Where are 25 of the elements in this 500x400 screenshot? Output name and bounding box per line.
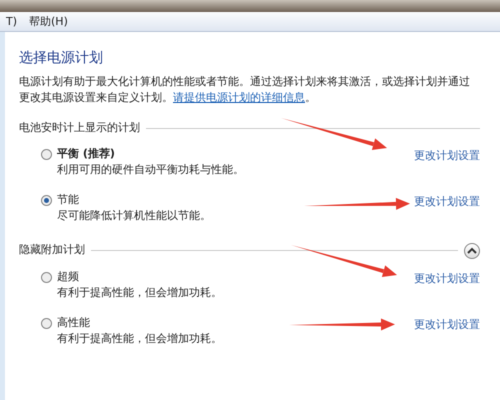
plan-name: 高性能 [57,314,91,331]
plan-description: 有利于提高性能，但会增加功耗。 [57,330,222,347]
change-settings-link[interactable]: 更改计划设置 [414,148,480,182]
details-link[interactable]: 请提供电源计划的详细信息 [173,90,305,104]
plan-name: 节能 [57,192,80,208]
collapse-button[interactable] [464,242,480,259]
plan-name: 平衡 (推荐) [57,146,116,162]
description: 电源计划有助于最大化计算机的性能或者节能。通过选择计划来将其激活，或选择计划并通过更改其电源设置来自定义计划。请提供电源计划的详细信息。 [19,74,471,106]
change-settings-link[interactable]: 更改计划设置 [414,270,480,305]
section-title: 隐藏附加计划 [19,242,85,258]
plan-description: 尽可能降低计算机性能以节能。 [57,208,211,224]
section-title: 电池安时计上显示的计划 [19,120,140,136]
page-heading: 选择电源计划 [19,50,104,67]
plan-description: 利用可用的硬件自动平衡功耗与性能。 [57,162,244,178]
radio-button[interactable] [41,318,52,329]
chevron-up-icon [467,246,477,255]
radio-button[interactable] [41,149,52,160]
plan-description: 有利于提高性能，但会增加功耗。 [57,284,222,301]
radio-button[interactable] [41,272,52,283]
menu-item[interactable]: 帮助(H) [23,12,74,31]
plan-name: 超频 [57,268,80,285]
radio-button[interactable] [41,195,52,206]
menu-item[interactable]: T) [0,12,24,31]
change-settings-link[interactable]: 更改计划设置 [414,316,480,351]
change-settings-link[interactable]: 更改计划设置 [414,194,480,228]
